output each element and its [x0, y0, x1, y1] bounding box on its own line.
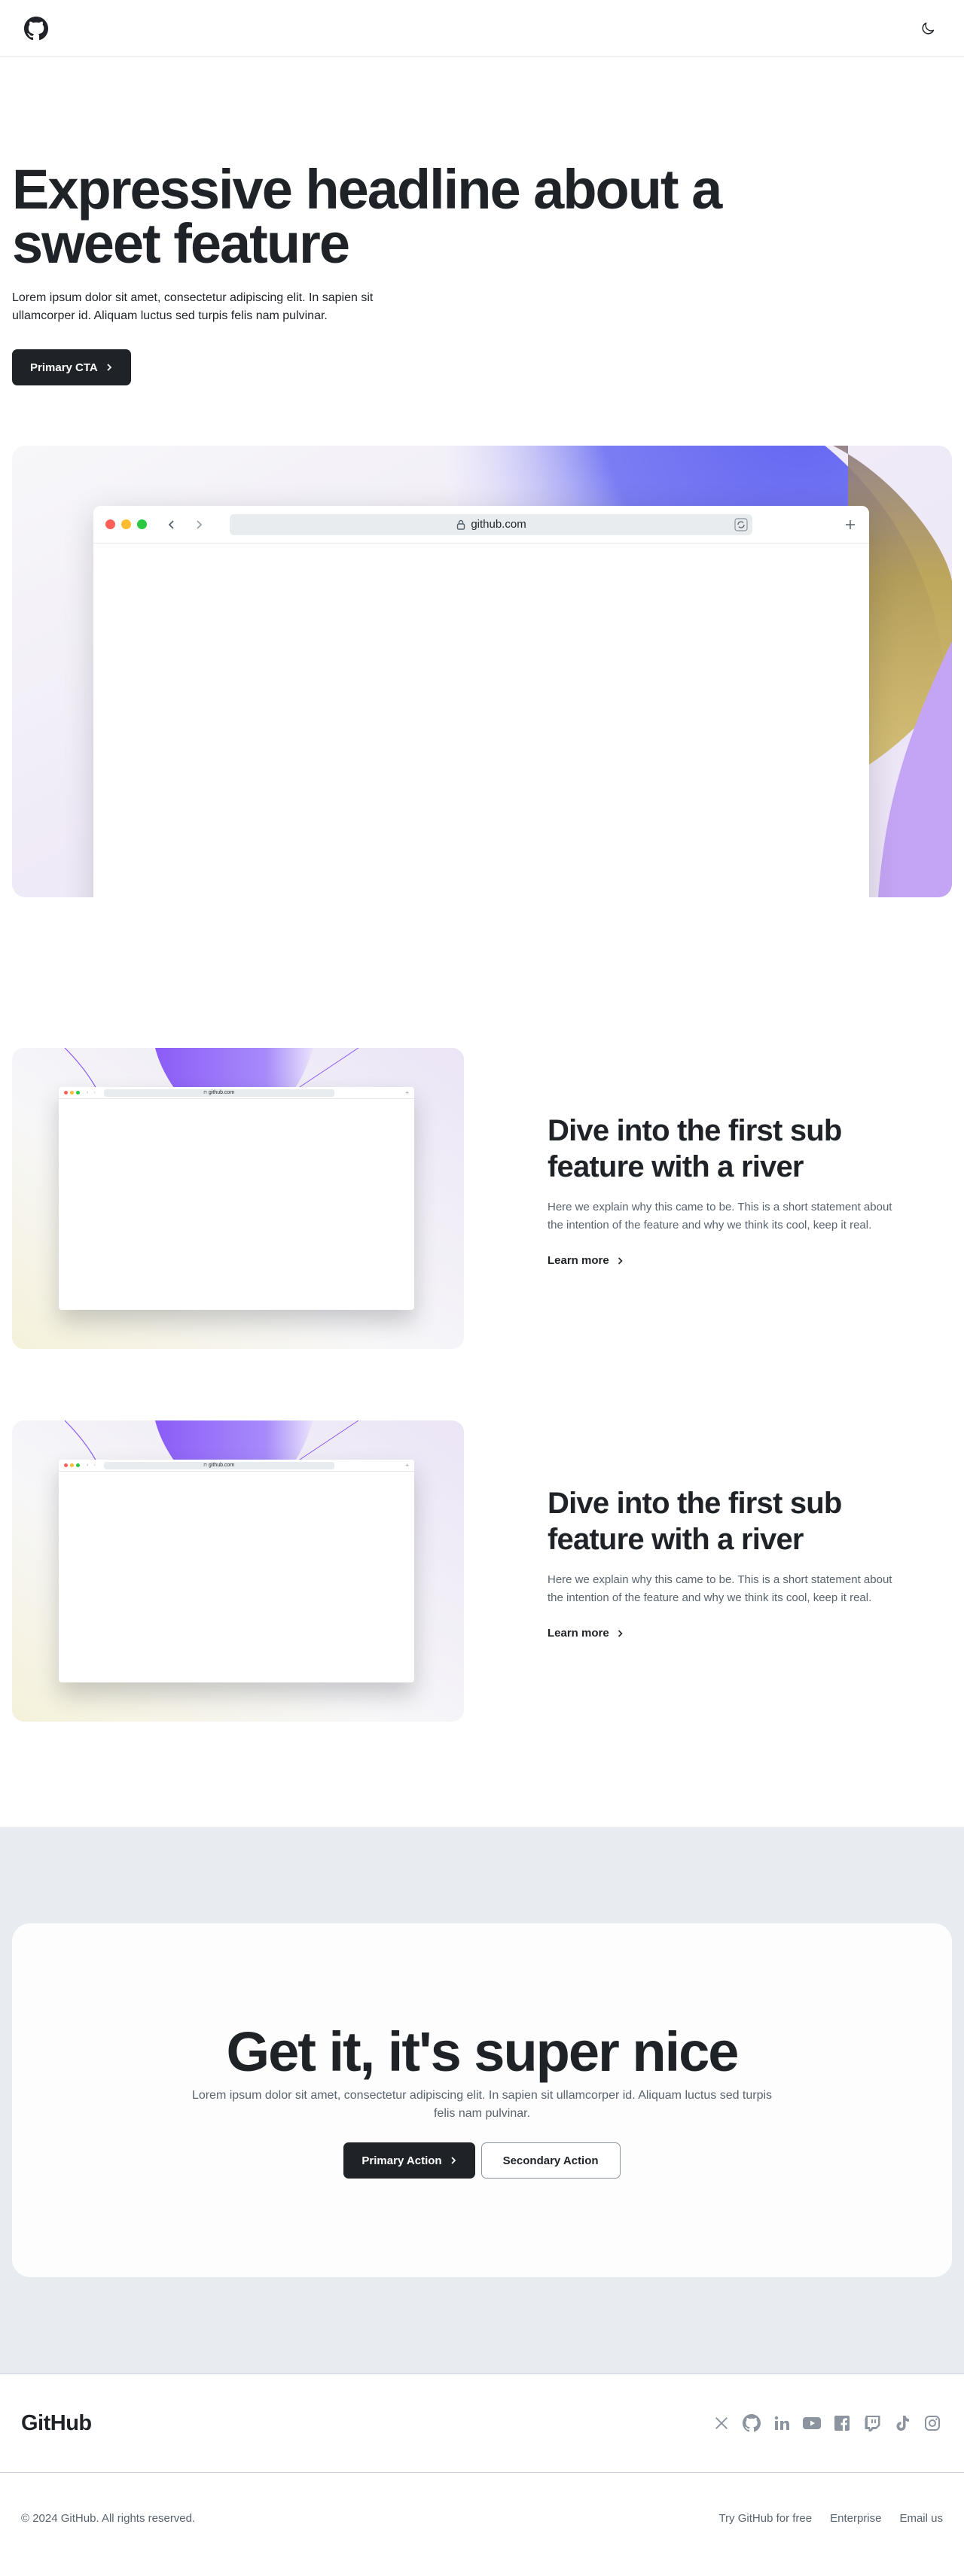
new-tab-plus-icon[interactable]: +	[405, 1462, 409, 1469]
hero-visual: github.com	[12, 446, 952, 897]
instagram-icon[interactable]	[922, 2413, 943, 2434]
window-maximize-dot[interactable]	[137, 519, 147, 529]
copyright-text: © 2024 GitHub. All rights reserved.	[21, 2511, 196, 2525]
tiktok-icon[interactable]	[892, 2413, 913, 2434]
hero-browser-window: github.com	[93, 506, 869, 897]
facebook-icon[interactable]	[831, 2413, 853, 2434]
reload-icon[interactable]	[734, 517, 748, 531]
window-maximize-dot[interactable]	[76, 1091, 80, 1095]
address-bar[interactable]: ⊓ github.com	[103, 1461, 334, 1469]
river-title-2: Dive into the first sub feature with a r…	[548, 1487, 842, 1556]
back-arrow-icon[interactable]: ‹	[87, 1463, 88, 1468]
new-tab-plus-icon[interactable]: +	[405, 1089, 409, 1096]
forward-arrow-icon[interactable]: ›	[93, 1463, 95, 1468]
cta-card: Get it, it's super nice Lorem ipsum dolo…	[12, 1923, 952, 2277]
river-visual-2: ‹ › ⊓ github.com +	[12, 1420, 464, 1722]
river-title-1: Dive into the first sub feature with a r…	[548, 1114, 842, 1183]
window-minimize-dot[interactable]	[70, 1091, 74, 1095]
river-browser-window-2: ‹ › ⊓ github.com +	[59, 1460, 414, 1682]
forward-arrow-icon[interactable]: ›	[93, 1090, 95, 1095]
window-minimize-dot[interactable]	[121, 519, 131, 529]
github-icon[interactable]	[741, 2413, 762, 2434]
github-logo-icon[interactable]	[24, 16, 48, 41]
learn-more-label: Learn more	[548, 1627, 609, 1640]
chevron-right-icon	[450, 2157, 456, 2164]
x-icon[interactable]	[711, 2413, 732, 2434]
hero-section: Expressive headline about a sweet featur…	[0, 57, 964, 385]
try-github-link[interactable]: Try GitHub for free	[718, 2512, 812, 2525]
river-text-2: Dive into the first sub feature with a r…	[548, 1485, 909, 1640]
secondary-action-button[interactable]: Secondary Action	[480, 2142, 621, 2179]
window-close-dot[interactable]	[64, 1091, 68, 1095]
back-arrow-icon[interactable]	[166, 519, 177, 531]
footer-links: Try GitHub for free Enterprise Email us	[718, 2512, 943, 2525]
window-close-dot[interactable]	[105, 519, 115, 529]
cta-section: Get it, it's super nice Lorem ipsum dolo…	[0, 1827, 964, 2374]
hero-headline: Expressive headline about a sweet featur…	[12, 158, 722, 275]
address-bar-url: github.com	[471, 518, 526, 531]
site-footer: GitHub © 2024 GitHub. All rights reserve…	[0, 2374, 964, 2563]
cta-description: Lorem ipsum dolor sit amet, consectetur …	[191, 2089, 773, 2120]
email-us-link[interactable]: Email us	[899, 2512, 943, 2525]
theme-toggle-moon-icon[interactable]	[916, 17, 940, 41]
feature-river-1: ‹ › ⊓ github.com + Dive into the first s…	[12, 1048, 964, 1349]
lock-icon: ⊓	[203, 1091, 207, 1095]
address-bar-url: github.com	[208, 1090, 235, 1095]
back-arrow-icon[interactable]: ‹	[87, 1090, 88, 1095]
site-header	[0, 0, 964, 57]
primary-cta-label: Primary CTA	[30, 361, 98, 374]
address-bar-url: github.com	[208, 1463, 235, 1468]
primary-action-label: Primary Action	[362, 2154, 442, 2167]
linkedin-icon[interactable]	[771, 2413, 792, 2434]
address-bar[interactable]: github.com	[230, 513, 752, 535]
window-minimize-dot[interactable]	[70, 1463, 74, 1467]
river-visual-1: ‹ › ⊓ github.com +	[12, 1048, 464, 1349]
chevron-right-icon	[107, 364, 112, 371]
learn-more-link-1[interactable]: Learn more	[548, 1254, 624, 1267]
window-close-dot[interactable]	[64, 1463, 68, 1467]
learn-more-link-2[interactable]: Learn more	[548, 1627, 624, 1640]
social-links	[711, 2413, 943, 2434]
river-description-1: Here we explain why this came to be. Thi…	[548, 1201, 892, 1232]
forward-arrow-icon[interactable]	[194, 519, 204, 531]
secondary-action-label: Secondary Action	[502, 2154, 599, 2167]
address-bar[interactable]: ⊓ github.com	[103, 1089, 334, 1097]
learn-more-label: Learn more	[548, 1254, 609, 1267]
youtube-icon[interactable]	[801, 2413, 822, 2434]
cta-headline: Get it, it's super nice	[226, 2020, 740, 2083]
lock-icon: ⊓	[203, 1463, 207, 1468]
chevron-right-icon	[618, 1256, 623, 1265]
hero-description: Lorem ipsum dolor sit amet, consectetur …	[12, 291, 374, 322]
lock-icon	[457, 519, 465, 530]
river-browser-window-1: ‹ › ⊓ github.com +	[59, 1087, 414, 1310]
primary-action-button[interactable]: Primary Action	[343, 2142, 475, 2179]
window-maximize-dot[interactable]	[76, 1463, 80, 1467]
primary-cta-button[interactable]: Primary CTA	[12, 349, 131, 385]
enterprise-link[interactable]: Enterprise	[830, 2512, 881, 2525]
twitch-icon[interactable]	[862, 2413, 883, 2434]
new-tab-plus-icon[interactable]	[844, 518, 857, 531]
chevron-right-icon	[618, 1629, 623, 1637]
river-description-2: Here we explain why this came to be. Thi…	[548, 1573, 892, 1604]
feature-river-2: ‹ › ⊓ github.com + Dive into the first s…	[12, 1420, 964, 1722]
river-text-1: Dive into the first sub feature with a r…	[548, 1113, 909, 1268]
footer-brand-logo[interactable]: GitHub	[21, 2411, 92, 2436]
